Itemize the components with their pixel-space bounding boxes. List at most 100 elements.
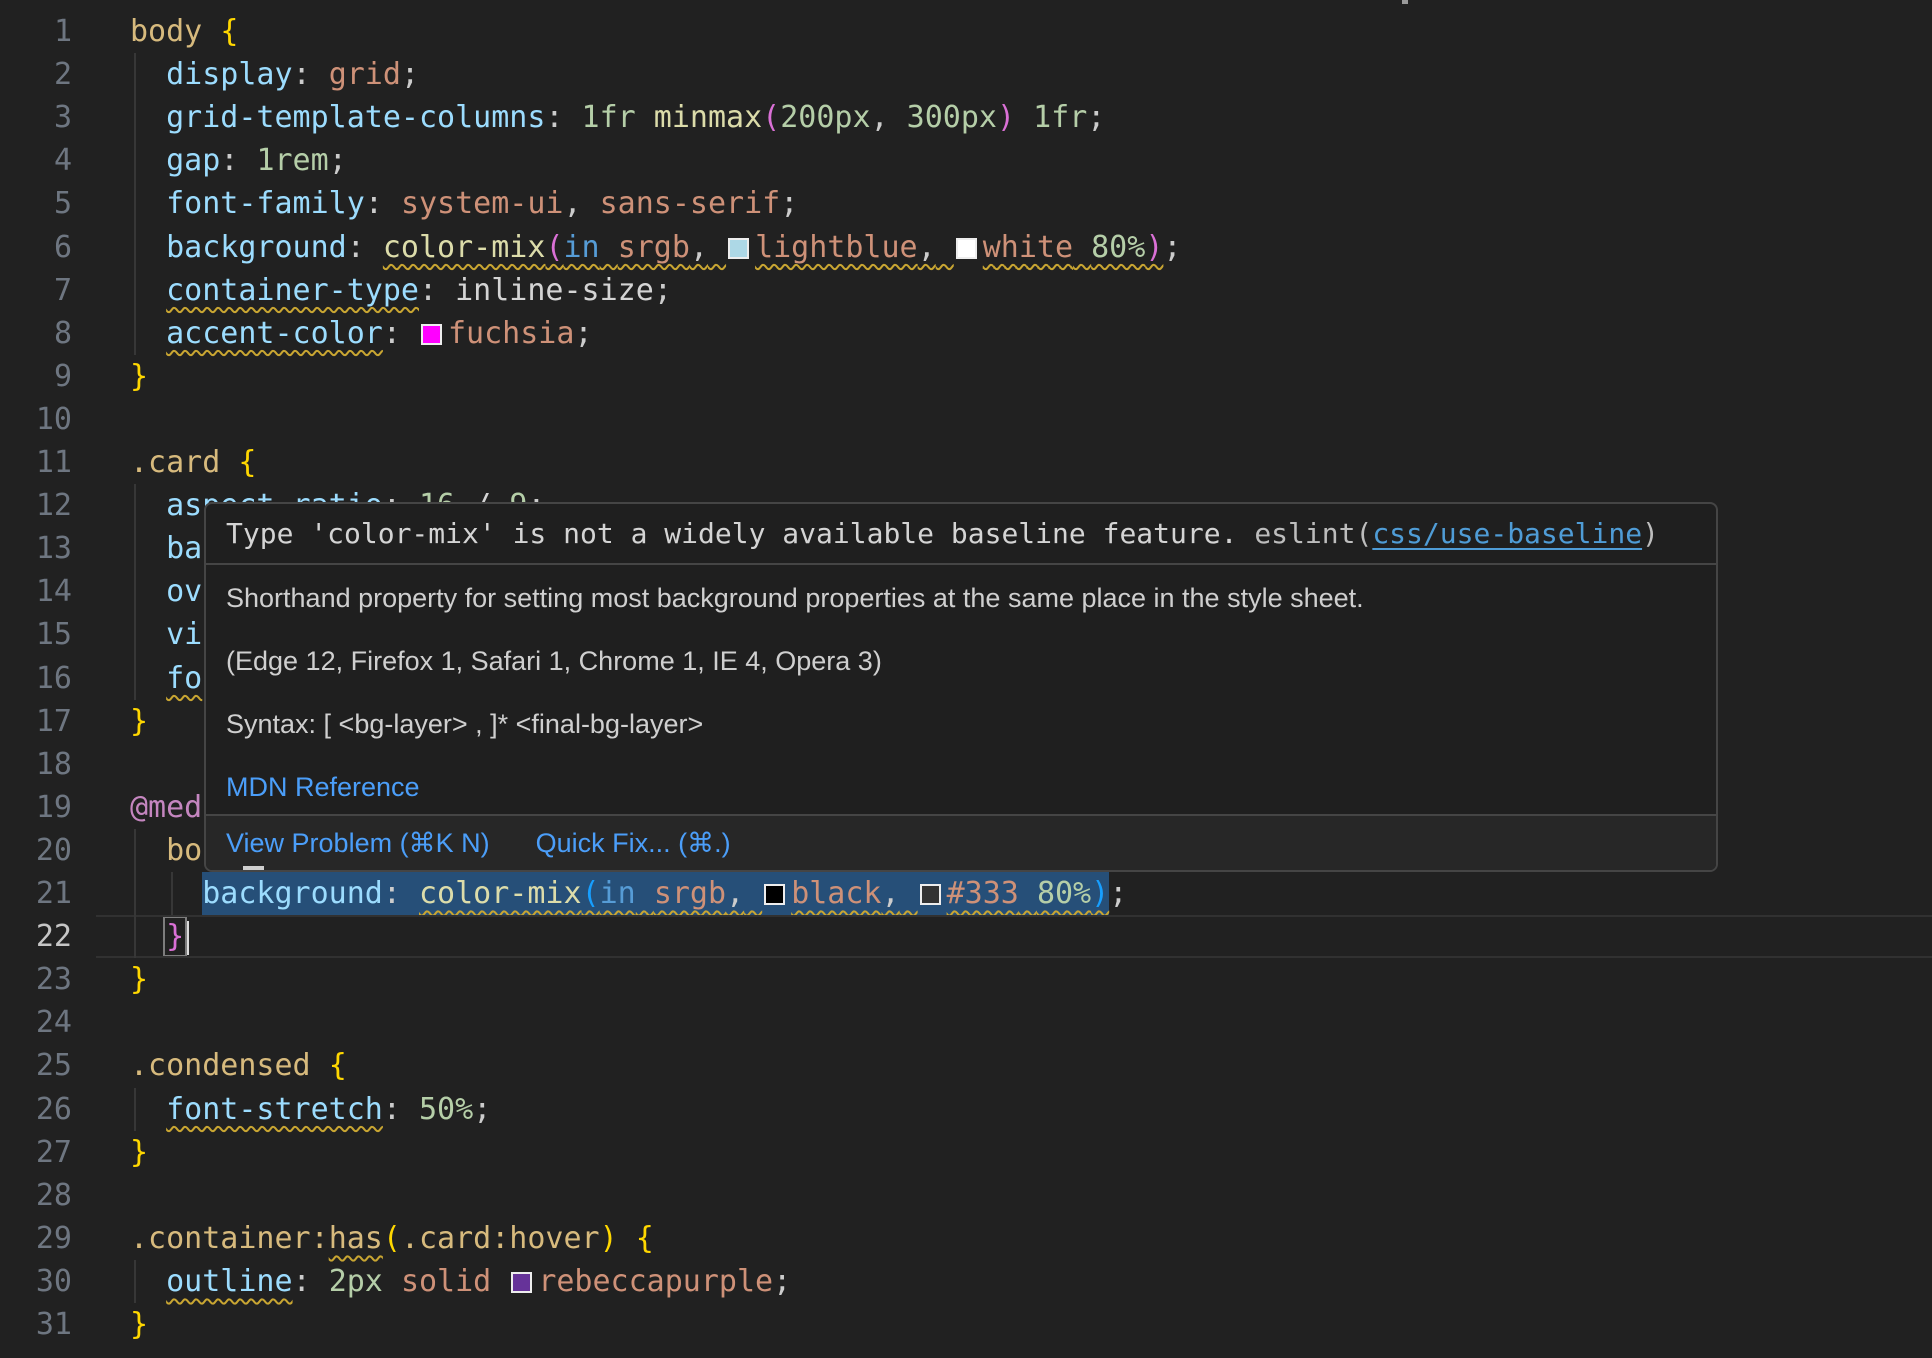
token: ;: [329, 143, 347, 178]
view-problem-link[interactable]: View Problem (⌘K N): [226, 828, 490, 859]
code-line[interactable]: 31}: [0, 1303, 1932, 1346]
line-number[interactable]: 20: [0, 829, 72, 872]
line-number[interactable]: 9: [0, 355, 72, 398]
color-swatch[interactable]: [920, 884, 941, 905]
code-line[interactable]: 28: [0, 1174, 1932, 1217]
line-content: }: [130, 1131, 148, 1174]
indent-guide: [134, 1260, 136, 1303]
line-number[interactable]: 10: [0, 398, 72, 441]
token: .card: [130, 445, 220, 480]
line-number[interactable]: 11: [0, 441, 72, 484]
token: 1fr: [582, 100, 636, 135]
code-line[interactable]: 4 gap: 1rem;: [0, 139, 1932, 182]
token: [900, 876, 918, 911]
eslint-rule-link[interactable]: css/use-baseline: [1372, 517, 1642, 550]
token: [491, 1264, 509, 1299]
code-line[interactable]: 2 display: grid;: [0, 53, 1932, 96]
ui-sliver: [1402, 0, 1408, 4]
token: [383, 1264, 401, 1299]
token: srgb: [654, 876, 726, 911]
line-number[interactable]: 27: [0, 1131, 72, 1174]
code-editor[interactable]: 1body {2 display: grid;3 grid-template-c…: [0, 0, 1932, 1358]
token: ;: [780, 186, 798, 221]
line-number[interactable]: 29: [0, 1217, 72, 1260]
code-line[interactable]: 25 .condensed {: [0, 1044, 1932, 1087]
color-swatch[interactable]: [728, 238, 749, 259]
token: :: [293, 1264, 311, 1299]
token: }: [130, 962, 148, 997]
line-number[interactable]: 4: [0, 139, 72, 182]
color-swatch[interactable]: [764, 884, 785, 905]
token: [636, 876, 654, 911]
line-number[interactable]: 24: [0, 1001, 72, 1044]
color-swatch[interactable]: [511, 1272, 532, 1293]
code-line[interactable]: 26 font-stretch: 50%;: [0, 1088, 1932, 1131]
code-line[interactable]: 30 outline: 2px solid rebeccapurple;: [0, 1260, 1932, 1303]
line-number[interactable]: 8: [0, 312, 72, 355]
line-number[interactable]: 15: [0, 613, 72, 656]
line-number[interactable]: 21: [0, 872, 72, 915]
code-line[interactable]: 22 }: [0, 915, 1932, 958]
line-content: gap: 1rem;: [130, 139, 347, 182]
token: [401, 316, 419, 351]
code-line[interactable]: 21 background: color-mix(in srgb, black,…: [0, 872, 1932, 915]
line-number[interactable]: 14: [0, 570, 72, 613]
line-content: .condensed {: [130, 1044, 347, 1087]
mdn-reference-link[interactable]: MDN Reference: [226, 772, 420, 802]
token: ,: [564, 186, 582, 221]
color-swatch[interactable]: [956, 238, 977, 259]
code-line[interactable]: 27}: [0, 1131, 1932, 1174]
code-line[interactable]: 7 container-type: inline-size;: [0, 269, 1932, 312]
warning-squiggle: font-stretch: [166, 1092, 383, 1127]
token: lightblue: [755, 230, 918, 265]
code-line[interactable]: 3 grid-template-columns: 1fr minmax(200p…: [0, 96, 1932, 139]
line-number[interactable]: 7: [0, 269, 72, 312]
code-line[interactable]: 29.container:has(.card:hover) {: [0, 1217, 1932, 1260]
token: ,: [726, 876, 744, 911]
diagnostic-message: Type 'color-mix' is not a widely availab…: [206, 504, 1716, 563]
line-number[interactable]: 31: [0, 1303, 72, 1346]
line-number[interactable]: 16: [0, 657, 72, 700]
code-line[interactable]: 11.card {: [0, 441, 1932, 484]
line-number[interactable]: 18: [0, 743, 72, 786]
line-number[interactable]: 2: [0, 53, 72, 96]
code-line[interactable]: 1body {: [0, 10, 1932, 53]
line-content: fo: [130, 657, 202, 700]
code-line[interactable]: 10: [0, 398, 1932, 441]
line-number[interactable]: 1: [0, 10, 72, 53]
line-number[interactable]: 28: [0, 1174, 72, 1217]
code-line[interactable]: 5 font-family: system-ui, sans-serif;: [0, 182, 1932, 225]
line-number[interactable]: 3: [0, 96, 72, 139]
token: :: [545, 100, 563, 135]
line-number[interactable]: 25: [0, 1044, 72, 1087]
token: solid: [401, 1264, 491, 1299]
line-number[interactable]: 30: [0, 1260, 72, 1303]
token: minmax: [654, 100, 762, 135]
line-number[interactable]: 12: [0, 484, 72, 527]
code-line[interactable]: 6 background: color-mix(in srgb, lightbl…: [0, 226, 1932, 269]
warning-squiggle: outline: [166, 1264, 292, 1299]
line-number[interactable]: 23: [0, 958, 72, 1001]
line-content: }: [130, 915, 189, 958]
token: system-ui: [401, 186, 564, 221]
doc-syntax: Syntax: [ <bg-layer> , ]* <final-bg-laye…: [226, 707, 1696, 741]
token: :: [383, 316, 401, 351]
line-number[interactable]: 6: [0, 226, 72, 269]
token: #333: [947, 876, 1019, 911]
line-number[interactable]: 19: [0, 786, 72, 829]
line-number[interactable]: 26: [0, 1088, 72, 1131]
code-line[interactable]: 9}: [0, 355, 1932, 398]
code-line[interactable]: 8 accent-color: fuchsia;: [0, 312, 1932, 355]
line-number[interactable]: 13: [0, 527, 72, 570]
line-number[interactable]: 17: [0, 700, 72, 743]
quick-fix-link[interactable]: Quick Fix... (⌘.): [536, 828, 731, 859]
line-number[interactable]: 5: [0, 182, 72, 225]
color-swatch[interactable]: [421, 324, 442, 345]
token: [202, 14, 220, 49]
property-docs: Shorthand property for setting most back…: [206, 565, 1716, 814]
code-line[interactable]: 23}: [0, 958, 1932, 1001]
line-number[interactable]: 22: [0, 915, 72, 958]
token: white: [983, 230, 1073, 265]
token: }: [130, 359, 148, 394]
code-line[interactable]: 24: [0, 1001, 1932, 1044]
